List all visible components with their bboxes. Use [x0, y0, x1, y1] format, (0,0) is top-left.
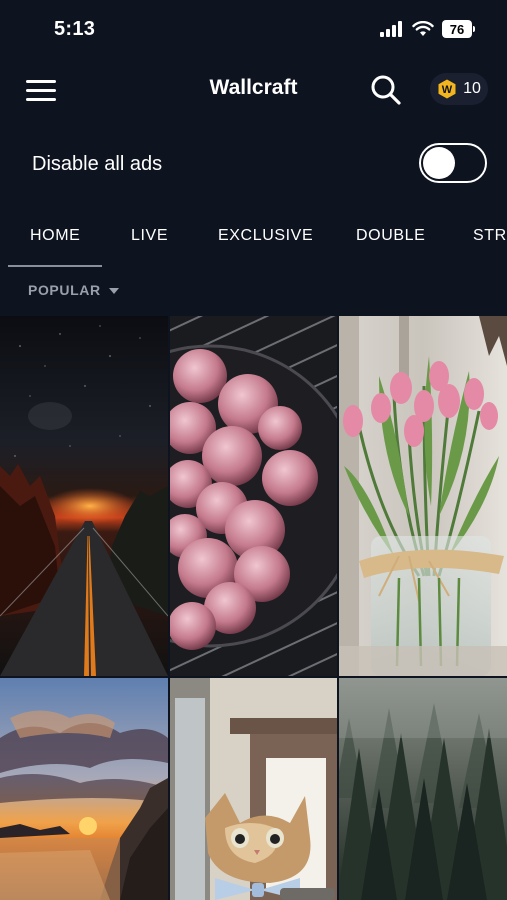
sort-label: POPULAR	[28, 282, 101, 298]
tab-str[interactable]: STR	[473, 227, 507, 245]
wallpaper-grid	[0, 316, 507, 900]
disable-ads-toggle[interactable]	[419, 143, 487, 183]
foggy-forest-wallpaper[interactable]	[339, 678, 507, 900]
tab-home[interactable]: HOME	[30, 227, 80, 245]
wifi-icon	[412, 21, 434, 36]
coins-count: 10	[463, 80, 481, 97]
category-tabs: HOME LIVE EXCLUSIVE DOUBLE STR	[0, 215, 507, 267]
active-tab-indicator	[8, 265, 102, 267]
search-button[interactable]	[368, 72, 404, 108]
coastal-sunset-wallpaper[interactable]	[0, 678, 168, 900]
menu-button[interactable]	[24, 76, 58, 104]
svg-text:W: W	[442, 84, 453, 96]
night-road-sunset-wallpaper[interactable]	[0, 316, 168, 676]
toggle-knob	[423, 147, 455, 179]
tab-exclusive[interactable]: EXCLUSIVE	[218, 227, 313, 245]
cellular-signal-icon	[380, 21, 402, 37]
disable-ads-label: Disable all ads	[32, 153, 163, 175]
wallcraft-coin-icon: W	[438, 79, 456, 99]
battery-level: 76	[442, 20, 472, 38]
status-icons: 76	[380, 20, 475, 38]
caret-down-icon	[108, 287, 119, 294]
raspberries-bowl-wallpaper[interactable]	[170, 316, 337, 676]
status-time: 5:13	[54, 18, 96, 40]
search-icon	[371, 75, 401, 105]
status-bar: 5:13 76	[0, 0, 507, 58]
hamburger-icon	[26, 80, 56, 83]
tab-double[interactable]: DOUBLE	[356, 227, 425, 245]
coins-button[interactable]: W 10	[430, 73, 488, 105]
app-bar: Wallcraft W 10	[0, 62, 507, 118]
cat-with-bow-tie-wallpaper[interactable]	[170, 678, 337, 900]
pink-tulips-vase-wallpaper[interactable]	[339, 316, 507, 676]
battery-icon: 76	[442, 20, 475, 38]
disable-ads-row: Disable all ads	[0, 140, 507, 190]
tab-live[interactable]: LIVE	[131, 227, 168, 245]
sort-dropdown[interactable]: POPULAR	[28, 282, 119, 298]
